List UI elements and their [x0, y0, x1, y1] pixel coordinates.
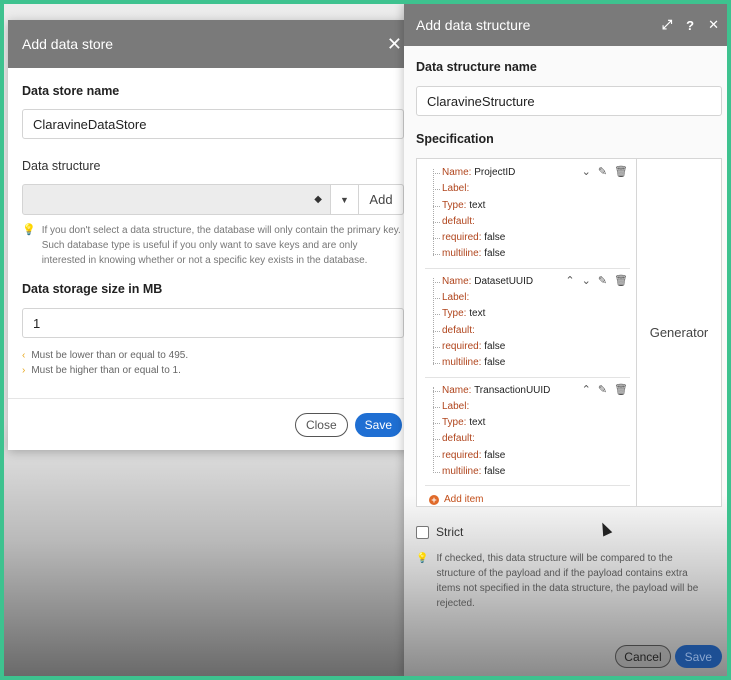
store-name-input[interactable]: ClaravineDataStore [22, 109, 404, 139]
strict-hint: 💡 If checked, this data structure will b… [416, 551, 722, 611]
add-data-structure-dialog: Add data structure ⤢ ? ✕ Data structure … [404, 4, 727, 676]
save-button[interactable]: Save [354, 412, 402, 437]
store-dialog-title: Add data store [22, 36, 114, 52]
app-frame: Add data store ✕ Data store name Claravi… [4, 4, 727, 676]
store-name-value: ClaravineDataStore [33, 116, 147, 132]
lightbulb-icon: 💡 [22, 224, 36, 236]
item-name: DatasetUUID [474, 275, 534, 287]
struct-dialog-footer: Cancel Save [615, 645, 722, 668]
structure-hint: 💡 If you don't select a data structure, … [22, 223, 404, 268]
save-structure-button[interactable]: Save [674, 645, 722, 668]
add-structure-button[interactable]: Add [359, 184, 404, 215]
struct-name-label: Data structure name [416, 60, 537, 74]
cancel-button[interactable]: Cancel [615, 645, 671, 668]
store-dialog-footer: Close Save [8, 398, 414, 450]
spec-item-list: ⌄ ✎ 🗑 Name: ProjectID Label: Type: text … [417, 159, 637, 506]
strict-checkbox[interactable] [416, 525, 429, 539]
chevron-right-icon: › [22, 365, 26, 376]
size-input[interactable]: 1 [22, 308, 404, 338]
item-name: TransactionUUID [474, 384, 551, 396]
plus-circle-icon: + [429, 494, 439, 505]
add-data-store-dialog: Add data store ✕ Data store name Claravi… [8, 20, 414, 450]
structure-dropdown-button[interactable]: ▼ [331, 184, 359, 215]
specification-box: ⌄ ✎ 🗑 Name: ProjectID Label: Type: text … [416, 158, 722, 507]
spec-label: Specification [416, 132, 494, 146]
rule-min: › Must be higher than or equal to 1. [22, 365, 181, 376]
structure-select[interactable]: ◆ [22, 184, 331, 215]
size-rules: ‹ Must be lower than or equal to 495. › Mu… [22, 348, 404, 378]
structure-hint-text: If you don't select a data structure, th… [41, 225, 401, 266]
sort-arrows-icon: ◆ [314, 194, 322, 205]
list-item: ⌃ ✎ 🗑 Name: TransactionUUID Label: Type:… [425, 383, 630, 487]
add-item-label: Add item [444, 494, 484, 506]
close-icon[interactable]: ✕ [387, 34, 402, 55]
expand-icon[interactable]: ⤢ [662, 17, 672, 33]
structure-label: Data structure [22, 159, 101, 173]
list-item: ⌃ ⌄ ✎ 🗑 Name: DatasetUUID Label: Type: t… [425, 274, 630, 378]
structure-select-row: ◆ ▼ Add [22, 184, 404, 215]
chevron-left-icon: ‹ [22, 350, 26, 361]
strict-row: Strict [416, 525, 722, 539]
store-dialog-header: Add data store ✕ [8, 20, 414, 68]
store-name-label: Data store name [22, 84, 120, 98]
generator-button[interactable]: Generator [637, 159, 721, 506]
rule-max: ‹ Must be lower than or equal to 495. [22, 350, 189, 361]
strict-label: Strict [436, 525, 464, 539]
struct-dialog-title: Add data structure [416, 17, 531, 33]
generator-label: Generator [649, 325, 709, 340]
caret-down-icon: ▼ [340, 194, 349, 205]
close-icon[interactable]: ✕ [708, 17, 719, 33]
lightbulb-icon: 💡 [416, 553, 429, 564]
size-label: Data storage size in MB [22, 282, 163, 296]
help-icon[interactable]: ? [686, 18, 694, 33]
add-item-button[interactable]: + Add item [425, 491, 630, 505]
struct-name-value: ClaravineStructure [427, 93, 535, 109]
strict-hint-text: If checked, this data structure will be … [436, 553, 699, 609]
close-button[interactable]: Close [294, 412, 348, 437]
list-item: ⌄ ✎ 🗑 Name: ProjectID Label: Type: text … [425, 165, 630, 269]
struct-dialog-header: Add data structure ⤢ ? ✕ [404, 4, 727, 46]
size-value: 1 [33, 315, 41, 331]
struct-name-input[interactable]: ClaravineStructure [416, 86, 722, 116]
item-name: ProjectID [474, 167, 516, 178]
